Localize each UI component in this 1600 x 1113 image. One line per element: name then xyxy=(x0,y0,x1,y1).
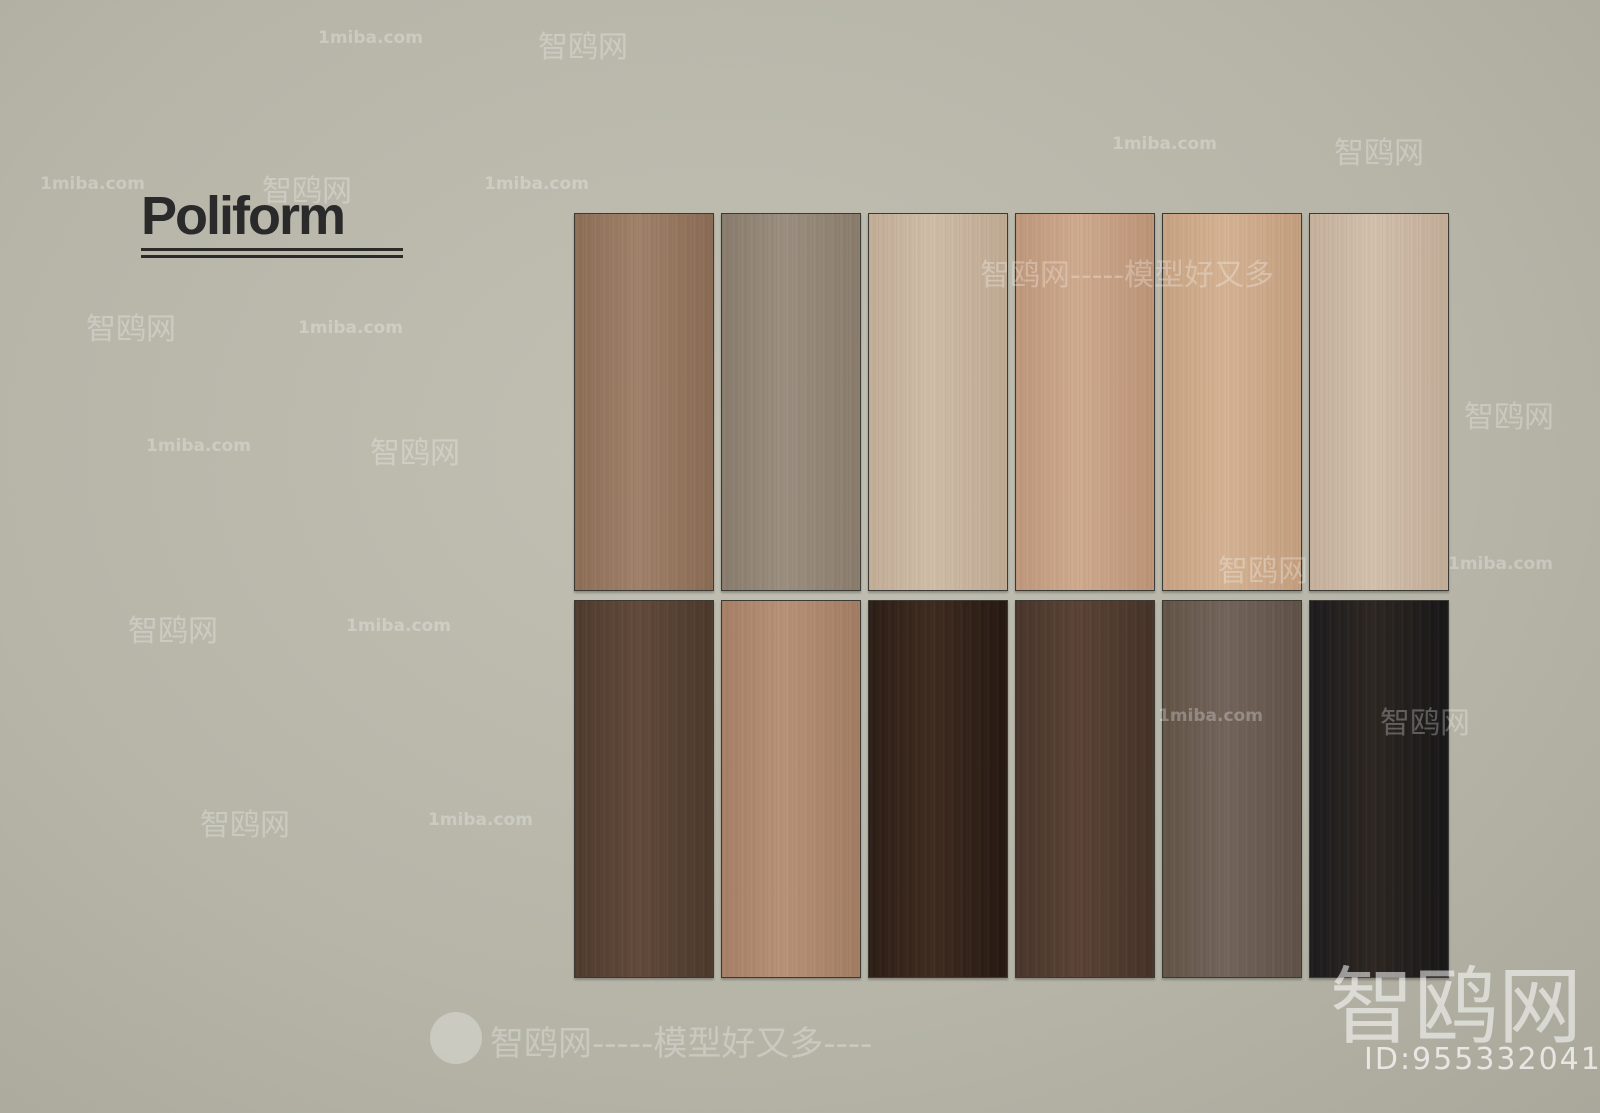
watermark-brand: 智鸥网 xyxy=(1464,400,1554,435)
logo-underline-top xyxy=(141,248,403,251)
watermark-brand: 智鸥网 xyxy=(200,808,290,843)
watermark-brand: 智鸥网 xyxy=(1380,706,1470,741)
watermark-site: 1miba.com xyxy=(484,174,589,194)
watermark-site: 1miba.com xyxy=(1158,706,1263,726)
wood-swatch-walnut-dark xyxy=(1015,600,1155,978)
watermark-site: 1miba.com xyxy=(428,810,533,830)
bird-logo-icon xyxy=(430,1012,482,1064)
wood-swatch-oak-light-brown xyxy=(574,213,714,591)
wood-swatch-grid xyxy=(574,213,1450,985)
wood-swatch-oak-greige xyxy=(721,213,861,591)
watermark-brand: 智鸥网 xyxy=(1218,554,1308,589)
watermark-tagline: 智鸥网-----模型好又多 xyxy=(980,258,1275,293)
watermark-brand: 智鸥网 xyxy=(538,30,628,65)
moodboard-canvas: Poliform 1miba.com 智鸥网 1miba.com 智鸥网 1mi… xyxy=(0,0,1600,1113)
watermark-brand: 智鸥网 xyxy=(128,614,218,649)
wood-swatch-oak-sand xyxy=(1309,213,1449,591)
watermark-bottom-tagline: 智鸥网-----模型好又多---- xyxy=(490,1024,873,1064)
watermark-brand: 智鸥网 xyxy=(1334,136,1424,171)
wood-swatch-oak-smoked-grey xyxy=(1162,600,1302,978)
watermark-site: 1miba.com xyxy=(40,174,145,194)
watermark-brand: 智鸥网 xyxy=(262,174,352,209)
watermark-site: 1miba.com xyxy=(146,436,251,456)
watermark-site: 1miba.com xyxy=(318,28,423,48)
wood-swatch-oak-tan xyxy=(721,600,861,978)
watermark-site: 1miba.com xyxy=(298,318,403,338)
watermark-site: 1miba.com xyxy=(1448,554,1553,574)
watermark-site: 1miba.com xyxy=(346,616,451,636)
watermark-brand: 智鸥网 xyxy=(370,436,460,471)
wood-swatch-oak-black xyxy=(1309,600,1449,978)
watermark-id: ID:955332041 xyxy=(1364,1042,1600,1077)
wood-swatch-ebony-brown xyxy=(868,600,1008,978)
logo-underline-bottom xyxy=(141,255,403,258)
watermark-site: 1miba.com xyxy=(1112,134,1217,154)
watermark-brand: 智鸥网 xyxy=(86,312,176,347)
wood-swatch-walnut-medium xyxy=(574,600,714,978)
